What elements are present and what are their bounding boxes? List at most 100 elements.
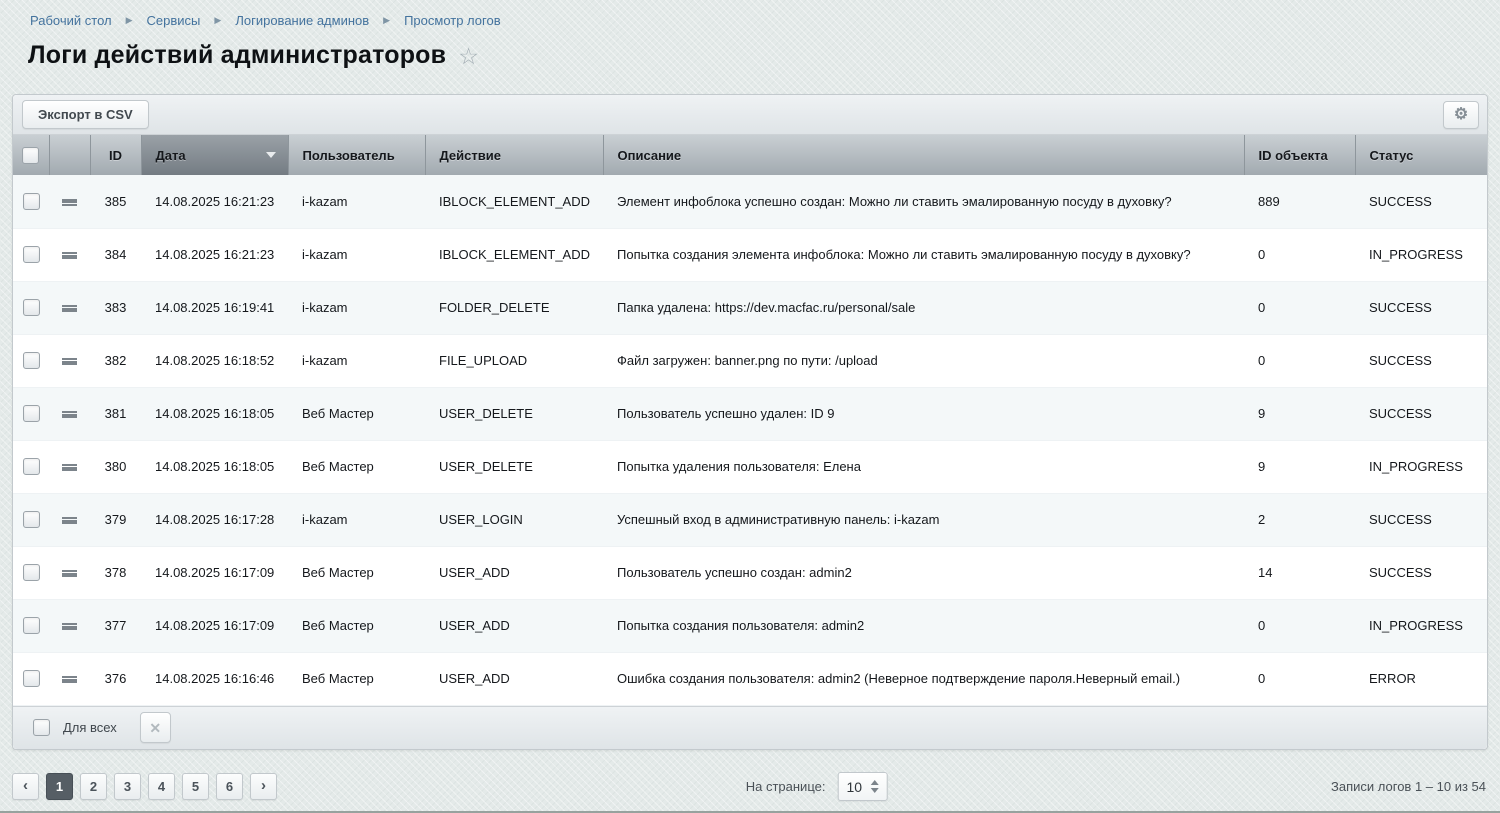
- row-menu-cell: [49, 440, 90, 493]
- favorite-star-icon[interactable]: ☆: [458, 45, 479, 68]
- row-menu-icon[interactable]: [62, 517, 77, 524]
- cell-status: IN_PROGRESS: [1355, 599, 1487, 652]
- row-menu-icon[interactable]: [62, 199, 77, 206]
- cell-object-id: 0: [1244, 652, 1355, 705]
- cell-description: Папка удалена: https://dev.macfac.ru/per…: [603, 281, 1244, 334]
- cell-description: Попытка удаления пользователя: Елена: [603, 440, 1244, 493]
- cell-action: USER_ADD: [425, 599, 603, 652]
- clear-selection-button[interactable]: ✕: [140, 712, 171, 743]
- row-checkbox-cell: [13, 652, 49, 705]
- page-size-value: 10: [846, 779, 862, 795]
- row-checkbox[interactable]: [23, 617, 40, 634]
- grid-settings-button[interactable]: ⚙: [1443, 101, 1479, 129]
- cell-status: SUCCESS: [1355, 493, 1487, 546]
- row-checkbox[interactable]: [23, 246, 40, 263]
- log-grid: Экспорт в CSV ⚙ ID Дата Пользователь: [12, 94, 1488, 750]
- export-csv-button[interactable]: Экспорт в CSV: [22, 100, 149, 129]
- cell-description: Ошибка создания пользователя: admin2 (Не…: [603, 652, 1244, 705]
- page-button-4[interactable]: 4: [148, 773, 175, 800]
- select-all-checkbox[interactable]: [22, 147, 39, 164]
- cell-date: 14.08.2025 16:16:46: [141, 652, 288, 705]
- row-menu-icon[interactable]: [62, 358, 77, 365]
- spinner-icon: [871, 780, 879, 793]
- column-header-action[interactable]: Действие: [425, 135, 603, 175]
- page-button-6[interactable]: 6: [216, 773, 243, 800]
- table-row: 379 14.08.2025 16:17:28 i-kazam USER_LOG…: [13, 493, 1487, 546]
- column-header-description[interactable]: Описание: [603, 135, 1244, 175]
- row-checkbox[interactable]: [23, 405, 40, 422]
- cell-object-id: 0: [1244, 228, 1355, 281]
- cell-user: Веб Мастер: [288, 599, 425, 652]
- cell-id: 385: [90, 175, 141, 228]
- table-row: 377 14.08.2025 16:17:09 Веб Мастер USER_…: [13, 599, 1487, 652]
- row-menu-icon[interactable]: [62, 411, 77, 418]
- cell-object-id: 9: [1244, 440, 1355, 493]
- cell-action: IBLOCK_ELEMENT_ADD: [425, 175, 603, 228]
- cell-object-id: 0: [1244, 334, 1355, 387]
- cell-date: 14.08.2025 16:18:52: [141, 334, 288, 387]
- page-button-1[interactable]: 1: [46, 773, 73, 800]
- cell-object-id: 0: [1244, 599, 1355, 652]
- next-page-button[interactable]: ›: [250, 773, 277, 800]
- cell-description: Файл загружен: banner.png по пути: /uplo…: [603, 334, 1244, 387]
- row-menu-cell: [49, 281, 90, 334]
- column-header-id[interactable]: ID: [90, 135, 141, 175]
- row-menu-cell: [49, 228, 90, 281]
- row-checkbox[interactable]: [23, 299, 40, 316]
- row-checkbox[interactable]: [23, 511, 40, 528]
- table-body: 385 14.08.2025 16:21:23 i-kazam IBLOCK_E…: [13, 175, 1487, 705]
- cell-id: 382: [90, 334, 141, 387]
- row-checkbox[interactable]: [23, 193, 40, 210]
- cell-action: USER_DELETE: [425, 440, 603, 493]
- row-menu-icon[interactable]: [62, 570, 77, 577]
- cell-status: SUCCESS: [1355, 281, 1487, 334]
- cell-date: 14.08.2025 16:18:05: [141, 440, 288, 493]
- breadcrumb-item-4[interactable]: Просмотр логов: [404, 13, 501, 28]
- cell-object-id: 9: [1244, 387, 1355, 440]
- row-menu-icon[interactable]: [62, 252, 77, 259]
- breadcrumb-item-2[interactable]: Сервисы: [147, 13, 201, 28]
- cell-action: FOLDER_DELETE: [425, 281, 603, 334]
- cell-action: IBLOCK_ELEMENT_ADD: [425, 228, 603, 281]
- cell-action: USER_ADD: [425, 652, 603, 705]
- cell-status: SUCCESS: [1355, 546, 1487, 599]
- cell-user: i-kazam: [288, 281, 425, 334]
- column-header-object-id[interactable]: ID объекта: [1244, 135, 1355, 175]
- row-checkbox[interactable]: [23, 564, 40, 581]
- pagination: ‹ 123456 ›: [12, 773, 277, 800]
- row-menu-icon[interactable]: [62, 623, 77, 630]
- row-menu-cell: [49, 493, 90, 546]
- cell-status: SUCCESS: [1355, 387, 1487, 440]
- column-header-date[interactable]: Дата: [141, 135, 288, 175]
- row-checkbox[interactable]: [23, 458, 40, 475]
- breadcrumb-item-3[interactable]: Логирование админов: [235, 13, 369, 28]
- page-button-2[interactable]: 2: [80, 773, 107, 800]
- breadcrumb: Рабочий стол▶Сервисы▶Логирование админов…: [0, 0, 1500, 28]
- column-header-status[interactable]: Статус: [1355, 135, 1487, 175]
- prev-page-button[interactable]: ‹: [12, 773, 39, 800]
- cell-description: Попытка создания элемента инфоблока: Мож…: [603, 228, 1244, 281]
- row-checkbox[interactable]: [23, 352, 40, 369]
- table-row: 381 14.08.2025 16:18:05 Веб Мастер USER_…: [13, 387, 1487, 440]
- row-menu-header-cell: [49, 135, 90, 175]
- page-button-5[interactable]: 5: [182, 773, 209, 800]
- row-menu-cell: [49, 334, 90, 387]
- row-checkbox-cell: [13, 546, 49, 599]
- row-menu-cell: [49, 599, 90, 652]
- row-menu-icon[interactable]: [62, 464, 77, 471]
- cell-status: SUCCESS: [1355, 175, 1487, 228]
- cell-description: Элемент инфоблока успешно создан: Можно …: [603, 175, 1244, 228]
- column-header-user[interactable]: Пользователь: [288, 135, 425, 175]
- row-menu-icon[interactable]: [62, 305, 77, 312]
- page-size-select[interactable]: 10: [837, 772, 888, 801]
- spinner-up-icon: [871, 780, 879, 785]
- cell-id: 383: [90, 281, 141, 334]
- table-row: 378 14.08.2025 16:17:09 Веб Мастер USER_…: [13, 546, 1487, 599]
- row-menu-icon[interactable]: [62, 676, 77, 683]
- row-checkbox[interactable]: [23, 670, 40, 687]
- page-size-group: На странице: 10: [746, 772, 888, 801]
- page-button-3[interactable]: 3: [114, 773, 141, 800]
- row-checkbox-cell: [13, 175, 49, 228]
- breadcrumb-item-1[interactable]: Рабочий стол: [30, 13, 112, 28]
- for-all-checkbox[interactable]: [33, 719, 50, 736]
